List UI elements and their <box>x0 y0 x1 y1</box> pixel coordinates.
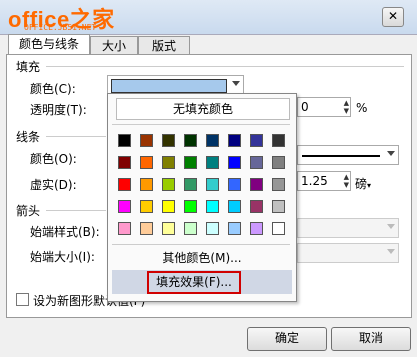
color-swatch[interactable] <box>250 178 263 191</box>
transparency-label: 透明度(T): <box>30 103 87 117</box>
tab-layout[interactable]: 版式 <box>138 36 190 55</box>
color-swatch[interactable] <box>118 200 131 213</box>
color-swatch[interactable] <box>206 178 219 191</box>
fill-section-title: 填充 <box>16 60 41 74</box>
color-swatch[interactable] <box>206 222 219 235</box>
color-swatch[interactable] <box>184 178 197 191</box>
chevron-down-icon <box>382 146 398 164</box>
color-swatch[interactable] <box>118 156 131 169</box>
cancel-button[interactable]: 取消 <box>331 327 411 351</box>
percent-sign: % <box>356 101 368 115</box>
ok-button[interactable]: 确定 <box>247 327 327 351</box>
color-swatch[interactable] <box>250 156 263 169</box>
color-swatch[interactable] <box>228 178 241 191</box>
color-swatch[interactable] <box>184 222 197 235</box>
color-swatch[interactable] <box>206 200 219 213</box>
palette-divider-bottom <box>112 244 290 245</box>
spin-arrows-icon[interactable]: ▲ ▼ <box>344 173 349 189</box>
color-swatch[interactable] <box>184 134 197 147</box>
color-swatch[interactable] <box>162 200 175 213</box>
color-swatch[interactable] <box>118 178 131 191</box>
line-color-label: 颜色(O): <box>30 152 77 166</box>
line-section-title: 线条 <box>16 130 41 144</box>
color-swatch[interactable] <box>184 156 197 169</box>
color-swatch[interactable] <box>184 200 197 213</box>
fill-divider <box>46 66 404 67</box>
color-swatch[interactable] <box>228 222 241 235</box>
no-fill-option[interactable]: 无填充颜色 <box>116 98 290 120</box>
color-swatch[interactable] <box>250 134 263 147</box>
fill-color-preview <box>111 79 227 93</box>
line-style-select[interactable] <box>297 145 399 165</box>
color-swatch[interactable] <box>250 222 263 235</box>
close-button[interactable]: ✕ <box>382 7 404 27</box>
color-swatch[interactable] <box>162 156 175 169</box>
fill-color-label: 颜色(C): <box>30 82 76 96</box>
end-size-select[interactable] <box>297 243 399 263</box>
color-swatch[interactable] <box>272 222 285 235</box>
color-swatch[interactable] <box>118 134 131 147</box>
color-swatch[interactable] <box>228 200 241 213</box>
color-swatch[interactable] <box>206 134 219 147</box>
logo-subtitle: OFFICE.JB51.NET <box>24 23 97 32</box>
color-swatch[interactable] <box>162 178 175 191</box>
color-swatch[interactable] <box>140 200 153 213</box>
line-weight-value: 1.25 <box>301 174 328 188</box>
transparency-input[interactable]: 0 ▲ ▼ <box>297 97 351 117</box>
palette-divider-top <box>112 124 290 125</box>
transparency-value: 0 <box>301 100 309 114</box>
more-colors-option[interactable]: 其他颜色(M)... <box>116 247 288 269</box>
color-swatch[interactable] <box>272 134 285 147</box>
color-swatch[interactable] <box>118 222 131 235</box>
color-swatch[interactable] <box>162 134 175 147</box>
color-swatch[interactable] <box>140 178 153 191</box>
end-style-select[interactable] <box>297 218 399 238</box>
tab-size[interactable]: 大小 <box>90 36 138 55</box>
color-swatch[interactable] <box>250 200 263 213</box>
fill-color-select[interactable] <box>107 75 244 95</box>
dash-label: 虚实(D): <box>30 178 77 192</box>
color-swatch[interactable] <box>272 178 285 191</box>
color-swatch[interactable] <box>272 200 285 213</box>
color-swatch[interactable] <box>140 134 153 147</box>
chevron-down-icon <box>227 76 243 94</box>
color-swatch[interactable] <box>140 156 153 169</box>
begin-size-label: 始端大小(I): <box>30 250 95 264</box>
line-divider <box>46 136 106 137</box>
color-swatch[interactable] <box>228 134 241 147</box>
tab-color-and-lines[interactable]: 颜色与线条 <box>8 34 90 56</box>
line-weight-unit: 磅▾ <box>355 177 372 191</box>
color-swatch[interactable] <box>272 156 285 169</box>
fill-effects-option[interactable]: 填充效果(F)... <box>147 271 241 294</box>
color-swatch[interactable] <box>228 156 241 169</box>
color-swatch[interactable] <box>206 156 219 169</box>
line-style-preview <box>302 155 380 157</box>
arrows-divider <box>46 210 106 211</box>
begin-style-label: 始端样式(B): <box>30 225 100 239</box>
spin-arrows-icon[interactable]: ▲ ▼ <box>344 99 349 115</box>
color-swatch[interactable] <box>140 222 153 235</box>
color-dropdown: 无填充颜色 其他颜色(M)... 填充效果(F)... <box>107 93 297 302</box>
default-checkbox[interactable] <box>16 293 29 306</box>
line-weight-input[interactable]: 1.25 ▲ ▼ <box>297 171 351 191</box>
color-swatch[interactable] <box>162 222 175 235</box>
arrows-section-title: 箭头 <box>16 204 41 218</box>
